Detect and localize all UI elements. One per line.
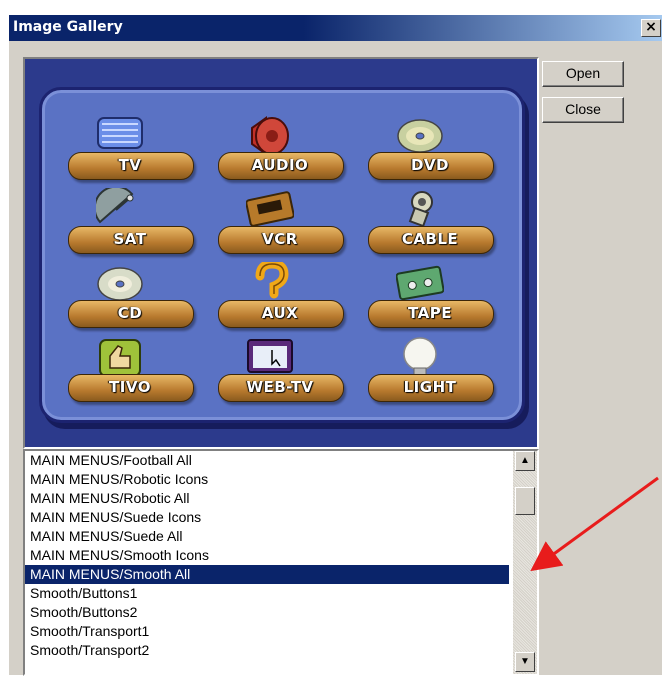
- list-item[interactable]: MAIN MENUS/Football All: [25, 451, 509, 470]
- tile-label: AUDIO: [251, 156, 309, 174]
- tile-label: CABLE: [401, 230, 459, 248]
- tile-sat: SAT: [68, 186, 198, 256]
- tile-label: AUX: [261, 304, 299, 322]
- tile-tape: TAPE: [368, 260, 498, 330]
- list-item[interactable]: Smooth/Buttons2: [25, 603, 509, 622]
- tile-label: CD: [117, 304, 143, 322]
- tile-label: SAT: [113, 230, 147, 248]
- tile-cable: CABLE: [368, 186, 498, 256]
- tile-label: WEB-TV: [246, 378, 314, 396]
- list-item[interactable]: MAIN MENUS/Smooth All: [25, 565, 509, 584]
- tile-tivo: TIVO: [68, 334, 198, 404]
- list-item[interactable]: MAIN MENUS/Robotic Icons: [25, 470, 509, 489]
- list-item[interactable]: MAIN MENUS/Suede All: [25, 527, 509, 546]
- tile-label: DVD: [410, 156, 449, 174]
- scroll-up-button[interactable]: ▲: [515, 451, 535, 471]
- list-items: MAIN MENUS/Football All MAIN MENUS/Roboti…: [25, 451, 509, 674]
- list-item[interactable]: MAIN MENUS/Smooth Icons: [25, 546, 509, 565]
- tile-tv: TV: [68, 112, 198, 182]
- tile-label: LIGHT: [403, 378, 457, 396]
- list-item[interactable]: MAIN MENUS/Robotic All: [25, 489, 509, 508]
- scroll-down-button[interactable]: ▼: [515, 652, 535, 672]
- title-bar[interactable]: Image Gallery ×: [9, 15, 662, 41]
- list-item[interactable]: Smooth/Transport2: [25, 641, 509, 660]
- gallery-listbox[interactable]: MAIN MENUS/Football All MAIN MENUS/Roboti…: [23, 449, 539, 676]
- open-button[interactable]: Open: [542, 61, 624, 87]
- vertical-scrollbar[interactable]: ▲ ▼: [513, 451, 537, 674]
- remote-menu-panel: TV AUDIO DVD SAT VCR CABLE CD AUX TAPE T…: [39, 87, 525, 423]
- list-item[interactable]: Smooth/Buttons1: [25, 584, 509, 603]
- tile-dvd: DVD: [368, 112, 498, 182]
- tile-cd: CD: [68, 260, 198, 330]
- tile-light: LIGHT: [368, 334, 498, 404]
- close-window-button[interactable]: ×: [641, 19, 661, 37]
- scroll-thumb[interactable]: [515, 487, 535, 515]
- tile-label: TV: [118, 156, 142, 174]
- tile-vcr: VCR: [218, 186, 348, 256]
- image-preview: TV AUDIO DVD SAT VCR CABLE CD AUX TAPE T…: [23, 57, 539, 449]
- tile-audio: AUDIO: [218, 112, 348, 182]
- window-title: Image Gallery: [13, 19, 123, 35]
- image-gallery-window: Image Gallery × TV AUDIO DVD SAT VCR CAB…: [8, 14, 662, 676]
- tile-label: VCR: [262, 230, 298, 248]
- tile-web-tv: WEB-TV: [218, 334, 348, 404]
- tile-aux: AUX: [218, 260, 348, 330]
- list-item[interactable]: MAIN MENUS/Suede Icons: [25, 508, 509, 527]
- close-button[interactable]: Close: [542, 97, 624, 123]
- tile-label: TIVO: [109, 378, 151, 396]
- list-item[interactable]: Smooth/Transport1: [25, 622, 509, 641]
- tile-label: TAPE: [408, 304, 452, 322]
